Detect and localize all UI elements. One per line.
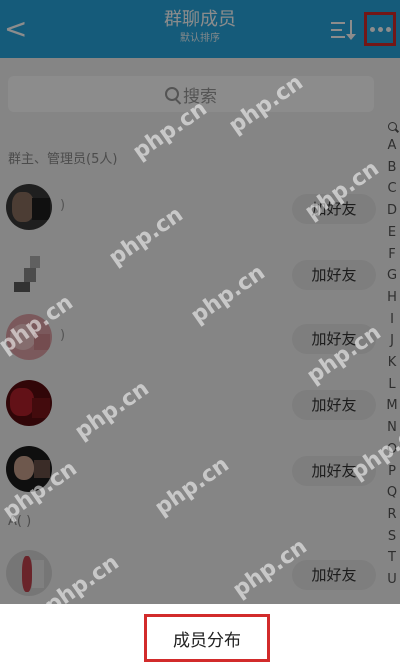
page-title: 群聊成员	[164, 9, 236, 30]
section-a: A( )	[8, 514, 32, 529]
member-list-screen: < 群聊成员 默认排序 搜索 群主、管理员(5人) ) 加好友 加好友) 加好…	[0, 0, 400, 604]
alphabet-index[interactable]: ABCDEFGHIJKLMNOPQRSTU	[384, 116, 400, 591]
avatar	[6, 184, 52, 230]
index-search-icon[interactable]	[387, 122, 397, 131]
index-letter[interactable]: K	[384, 352, 400, 374]
avatar	[6, 446, 52, 492]
add-friend-button[interactable]: 加好友	[292, 260, 376, 290]
search-placeholder: 搜索	[183, 86, 217, 107]
sort-mode-label: 默认排序	[180, 33, 220, 44]
avatar	[6, 380, 52, 426]
index-letter[interactable]: G	[384, 265, 400, 287]
index-letter[interactable]: J	[384, 330, 400, 352]
avatar	[6, 550, 52, 596]
index-letter[interactable]: P	[384, 461, 400, 483]
add-friend-button[interactable]: 加好友	[292, 560, 376, 590]
index-letter[interactable]: U	[384, 569, 400, 591]
index-letter[interactable]: L	[384, 374, 400, 396]
add-friend-button[interactable]: 加好友	[292, 456, 376, 486]
index-letter[interactable]: T	[384, 547, 400, 569]
action-sheet: 成员分布	[0, 604, 400, 672]
index-letter[interactable]: F	[384, 244, 400, 266]
index-letter[interactable]: Q	[384, 482, 400, 504]
sort-icon[interactable]	[330, 18, 358, 42]
index-letter[interactable]: S	[384, 526, 400, 548]
index-letter[interactable]: M	[384, 395, 400, 417]
title-block: 群聊成员 默认排序	[100, 8, 300, 46]
member-row[interactable]: ) 加好友	[0, 178, 380, 240]
member-row[interactable]: 加好友	[0, 544, 380, 604]
member-name: )	[60, 328, 66, 343]
index-letter[interactable]: R	[384, 504, 400, 526]
index-letter[interactable]: A	[384, 135, 400, 157]
add-friend-button[interactable]: 加好友	[292, 390, 376, 420]
member-distribution-button[interactable]: 成员分布	[144, 614, 270, 662]
member-row[interactable]: ) 加好友	[0, 308, 380, 370]
index-letter[interactable]: B	[384, 157, 400, 179]
index-letter[interactable]: D	[384, 200, 400, 222]
member-row[interactable]: 加好友	[0, 374, 380, 436]
avatar	[6, 250, 52, 296]
index-letter[interactable]: H	[384, 287, 400, 309]
header-bar: < 群聊成员 默认排序	[0, 0, 400, 58]
member-name: )	[60, 198, 66, 213]
section-owner-admin: 群主、管理员(5人)	[8, 152, 118, 167]
index-letter[interactable]: N	[384, 417, 400, 439]
index-letter[interactable]: I	[384, 309, 400, 331]
back-icon[interactable]: <	[4, 14, 27, 44]
add-friend-button[interactable]: 加好友	[292, 194, 376, 224]
add-friend-button[interactable]: 加好友	[292, 324, 376, 354]
index-letter[interactable]: C	[384, 178, 400, 200]
avatar	[6, 314, 52, 360]
member-row[interactable]: 加好友	[0, 440, 380, 502]
more-options-icon[interactable]	[364, 12, 396, 46]
search-icon	[165, 87, 179, 101]
search-input[interactable]: 搜索	[8, 76, 374, 112]
index-letter[interactable]: E	[384, 222, 400, 244]
member-row[interactable]: 加好友	[0, 244, 380, 306]
index-letter[interactable]: O	[384, 439, 400, 461]
